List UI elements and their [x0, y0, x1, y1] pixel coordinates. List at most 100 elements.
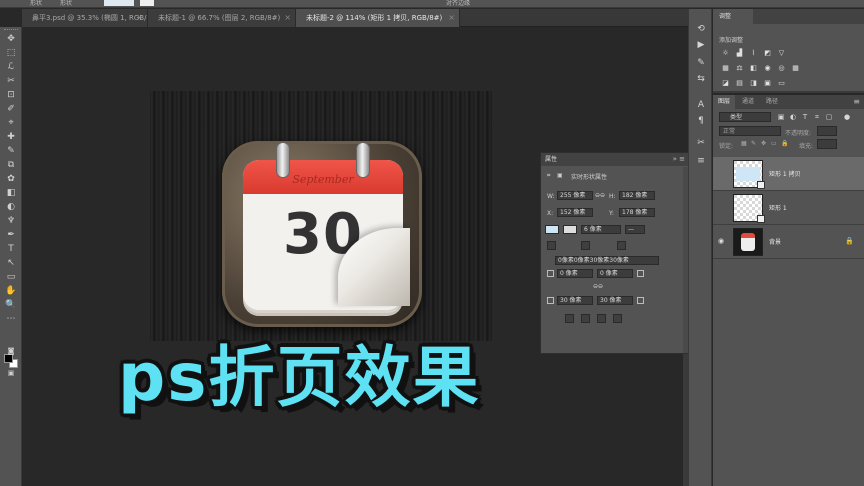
- corner-br-field[interactable]: 30 像素: [597, 296, 633, 305]
- y-field[interactable]: 178 像素: [619, 208, 655, 217]
- brightness-icon[interactable]: ☼: [721, 49, 730, 57]
- filter-smart-icon[interactable]: ▢: [825, 113, 833, 121]
- threshold-icon[interactable]: ◨: [749, 79, 758, 87]
- selective-color-icon[interactable]: ▣: [763, 79, 772, 87]
- shape-mode-label[interactable]: 形状: [60, 0, 72, 7]
- rectangle-tool-icon[interactable]: ▭: [5, 271, 17, 283]
- type-tool-icon[interactable]: T: [5, 243, 17, 255]
- vibrance-icon[interactable]: ▽: [777, 49, 786, 57]
- layer-row[interactable]: 矩形 1: [713, 191, 864, 225]
- corner-type-button[interactable]: [617, 241, 626, 250]
- exposure-icon[interactable]: ◩: [763, 49, 772, 57]
- stamp-tool-icon[interactable]: ✎: [5, 145, 17, 157]
- layer-row[interactable]: 矩形 1 拷贝: [713, 157, 864, 191]
- toolbar-grip[interactable]: [4, 29, 18, 32]
- path-op-subtract-button[interactable]: [581, 314, 590, 323]
- posterize-icon[interactable]: ▤: [735, 79, 744, 87]
- filter-shape-icon[interactable]: ⌗: [813, 113, 821, 121]
- quick-mask-icon[interactable]: ◙: [5, 345, 17, 357]
- path-op-combine-button[interactable]: [565, 314, 574, 323]
- clone-source-icon[interactable]: ⇆: [695, 73, 707, 85]
- fill-color-swatch[interactable]: [545, 225, 559, 234]
- tab-doc-2[interactable]: 未标题-1 @ 66.7% (图层 2, RGB/8#) ×: [148, 9, 296, 27]
- dodge-tool-icon[interactable]: ♆: [5, 215, 17, 227]
- stroke-width-field[interactable]: 6 像素: [581, 225, 621, 234]
- panel-collapse-icon[interactable]: » ≡: [673, 153, 685, 166]
- tool-mode-label[interactable]: 形状: [30, 0, 42, 7]
- link-corners-icon[interactable]: ⊖⊖: [593, 283, 603, 290]
- opacity-field[interactable]: [817, 126, 837, 136]
- color-lookup-icon[interactable]: ▦: [791, 64, 800, 72]
- panel-menu-icon[interactable]: ≡: [853, 95, 860, 109]
- height-field[interactable]: 182 像素: [619, 191, 655, 200]
- close-icon[interactable]: ×: [136, 9, 143, 27]
- cap-type-button[interactable]: [581, 241, 590, 250]
- layer-name[interactable]: 矩形 1 拷贝: [769, 169, 801, 178]
- filter-toggle-icon[interactable]: ●: [843, 113, 851, 121]
- corner-tl-field[interactable]: 0 像素: [557, 269, 593, 278]
- properties-dock-icon[interactable]: ≡: [695, 155, 707, 167]
- brush-presets-icon[interactable]: ✎: [695, 57, 707, 69]
- blend-mode-select[interactable]: 正常: [719, 126, 781, 136]
- marquee-tool-icon[interactable]: ⬚: [5, 47, 17, 59]
- lock-artboard-icon[interactable]: ▭: [771, 140, 778, 147]
- bw-icon[interactable]: ◧: [749, 64, 758, 72]
- curves-icon[interactable]: ⌇: [749, 49, 758, 57]
- photo-filter-icon[interactable]: ◉: [763, 64, 772, 72]
- corner-radius-all[interactable]: 0像素0像素30像素30像素: [555, 256, 659, 265]
- layer-name[interactable]: 背景: [769, 237, 781, 246]
- tab-channels[interactable]: 通道: [737, 95, 759, 109]
- lock-transparency-icon[interactable]: ▦: [741, 140, 748, 147]
- width-field[interactable]: 255 像素: [557, 191, 593, 200]
- tab-doc-1[interactable]: 鼻平3.psd @ 35.3% (椭圆 1, RGB/8#) ×: [22, 9, 148, 27]
- path-op-exclude-button[interactable]: [613, 314, 622, 323]
- quick-select-tool-icon[interactable]: ✂: [5, 75, 17, 87]
- eyedropper-tool-icon[interactable]: ✐: [5, 103, 17, 115]
- align-edges-label[interactable]: 对齐边缘: [446, 0, 470, 7]
- character-icon[interactable]: A: [695, 99, 707, 111]
- layer-filter-select[interactable]: 类型: [719, 112, 771, 122]
- blur-tool-icon[interactable]: ◐: [5, 201, 17, 213]
- corner-tr-field[interactable]: 0 像素: [597, 269, 633, 278]
- path-select-tool-icon[interactable]: ↖: [5, 257, 17, 269]
- filter-pixel-icon[interactable]: ▣: [777, 113, 785, 121]
- stroke-type-select[interactable]: —: [625, 225, 645, 234]
- stroke-swatch[interactable]: [140, 0, 154, 6]
- hue-icon[interactable]: ▦: [721, 64, 730, 72]
- history-icon[interactable]: ⟲: [695, 23, 707, 35]
- fill-field[interactable]: [817, 139, 837, 149]
- move-tool-icon[interactable]: ✥: [5, 33, 17, 45]
- crop-tool-icon[interactable]: ⊡: [5, 89, 17, 101]
- levels-icon[interactable]: ▟: [735, 49, 744, 57]
- lock-pixels-icon[interactable]: ✎: [751, 140, 758, 147]
- align-stroke-button[interactable]: [547, 241, 556, 250]
- path-op-intersect-button[interactable]: [597, 314, 606, 323]
- tab-doc-3[interactable]: 未标题-2 @ 114% (矩形 1 拷贝, RGB/8#) ×: [296, 9, 460, 27]
- visibility-toggle[interactable]: [718, 169, 726, 177]
- tab-adjustments[interactable]: 调整: [713, 9, 753, 24]
- stroke-color-swatch[interactable]: [563, 225, 577, 234]
- paragraph-icon[interactable]: ¶: [695, 115, 707, 127]
- canvas-scrollbar[interactable]: [683, 354, 688, 486]
- pen-tool-icon[interactable]: ✒: [5, 229, 17, 241]
- corner-bl-field[interactable]: 30 像素: [557, 296, 593, 305]
- lock-position-icon[interactable]: ✥: [761, 140, 768, 147]
- more-tools-icon[interactable]: ⋯: [5, 313, 17, 325]
- eraser-tool-icon[interactable]: ✿: [5, 173, 17, 185]
- x-field[interactable]: 152 像素: [557, 208, 593, 217]
- tab-paths[interactable]: 路径: [761, 95, 783, 109]
- channel-mixer-icon[interactable]: ◎: [777, 64, 786, 72]
- layer-row[interactable]: ◉ 背景 🔒: [713, 225, 864, 259]
- tools-options-icon[interactable]: ✂: [695, 137, 707, 149]
- layer-name[interactable]: 矩形 1: [769, 203, 787, 212]
- tab-layers[interactable]: 图层: [713, 95, 736, 109]
- brush-tool-icon[interactable]: ✚: [5, 131, 17, 143]
- healing-tool-icon[interactable]: ⌖: [5, 117, 17, 129]
- gradient-map-icon[interactable]: ▭: [777, 79, 786, 87]
- filter-adjust-icon[interactable]: ◐: [789, 113, 797, 121]
- actions-icon[interactable]: ▶: [695, 39, 707, 51]
- history-brush-tool-icon[interactable]: ⧉: [5, 159, 17, 171]
- link-icon[interactable]: ⊖⊖: [595, 192, 605, 199]
- fill-swatch[interactable]: [104, 0, 134, 6]
- hand-tool-icon[interactable]: ✋: [5, 285, 17, 297]
